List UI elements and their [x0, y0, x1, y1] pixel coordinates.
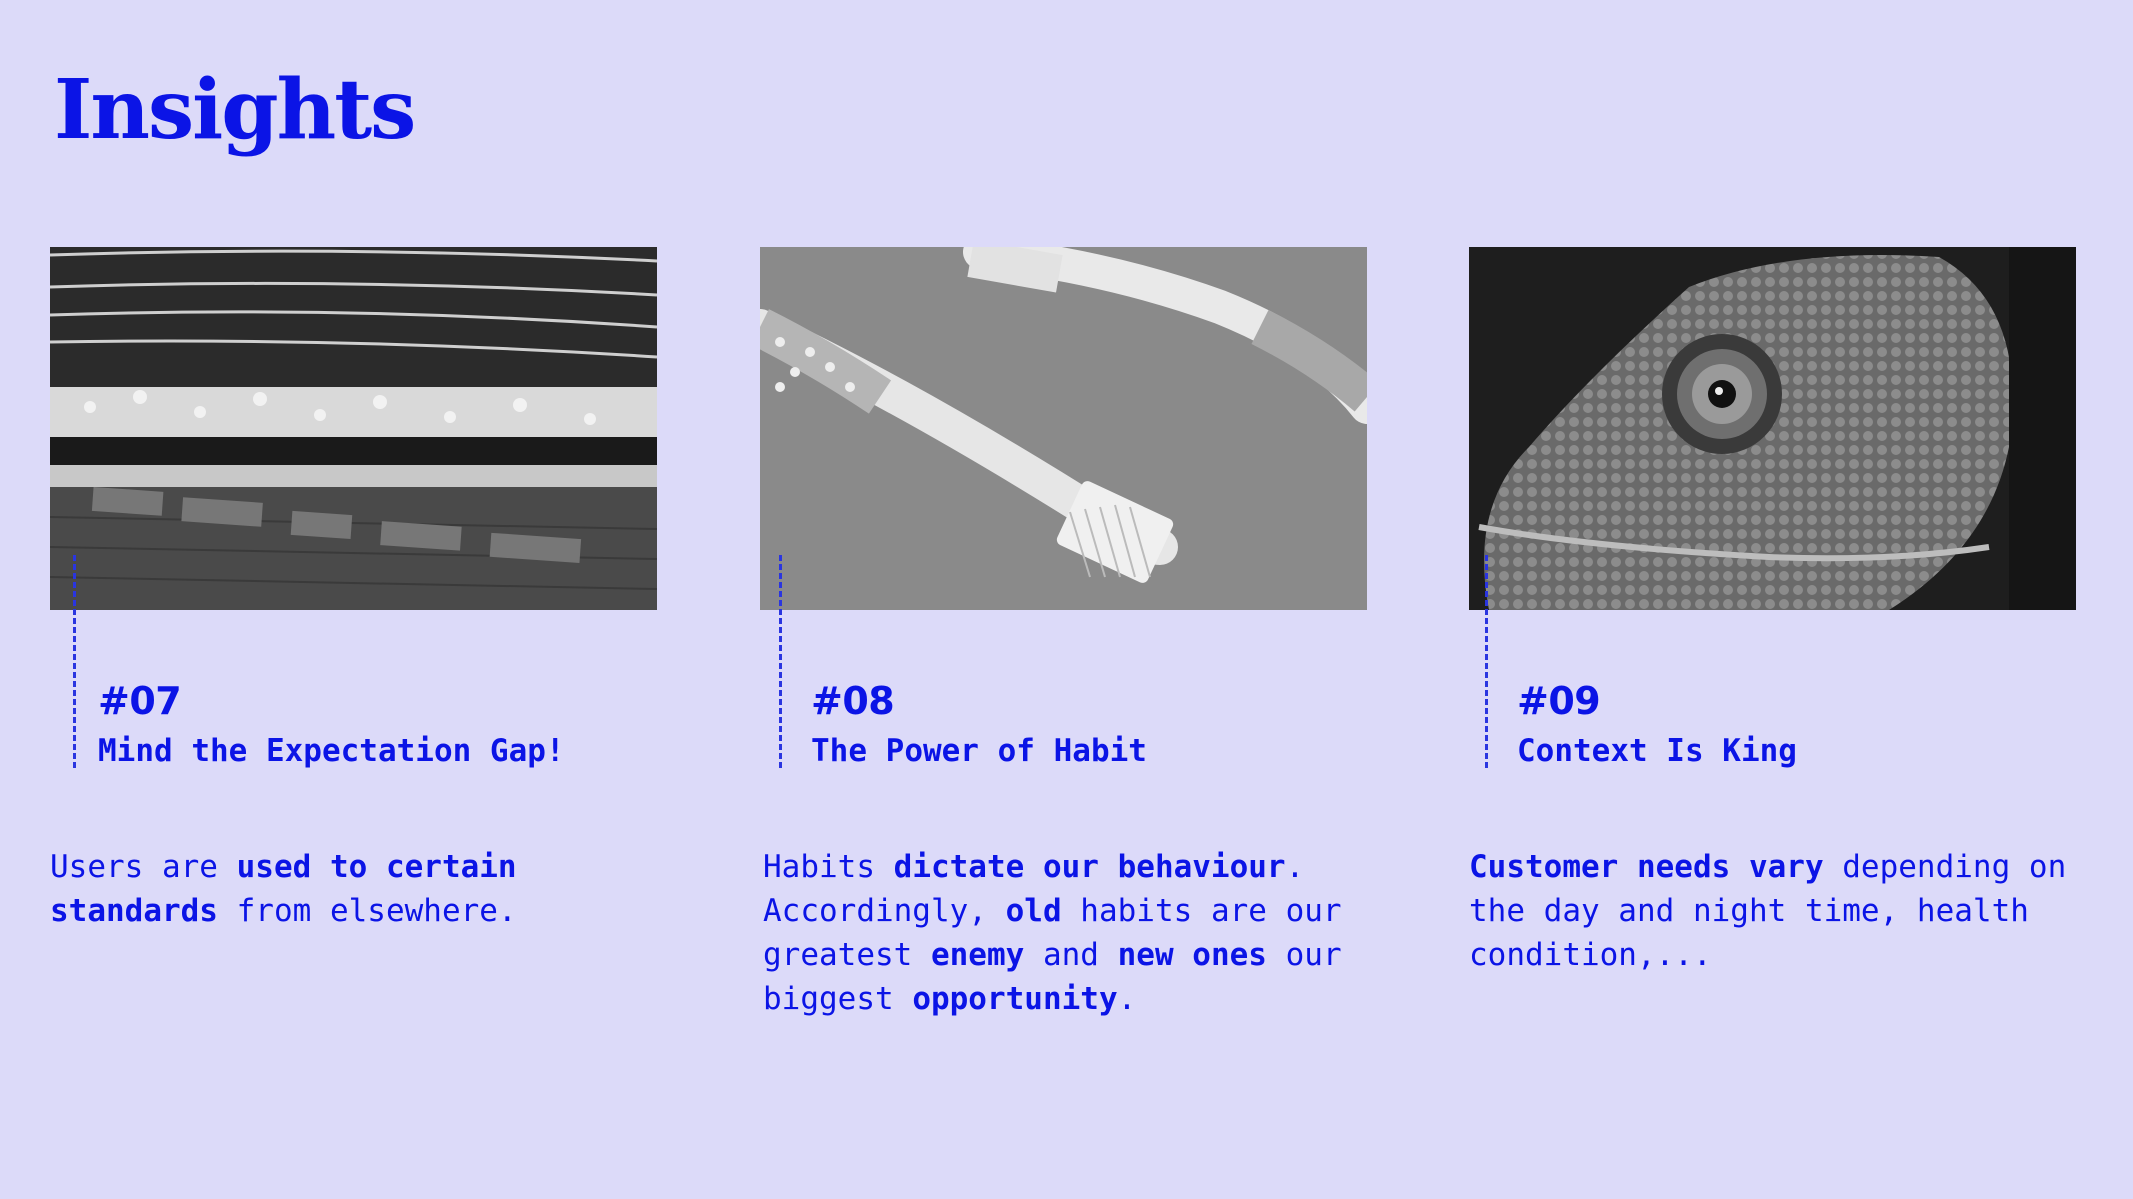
insight-card-08: #08 The Power of Habit Habits dictate ou…	[760, 247, 1367, 1017]
body-text-segment: Users are	[50, 849, 237, 885]
emphasis-text: dictate our behaviour	[893, 849, 1286, 885]
toothbrushes-photo	[760, 247, 1367, 610]
body-text-segment: and	[1024, 937, 1118, 973]
subway-platform-photo	[50, 247, 657, 610]
insight-card-09: #09 Context Is King Customer needs vary …	[1469, 247, 2076, 973]
emphasis-text: old	[1005, 893, 1062, 929]
insight-heading: Context Is King	[1517, 733, 1797, 769]
emphasis-text: opportunity	[912, 981, 1118, 1017]
insight-body: Habits dictate our behaviour. Accordingl…	[763, 845, 1373, 1021]
emphasis-text: new ones	[1117, 937, 1267, 973]
insight-heading: Mind the Expectation Gap!	[98, 733, 565, 769]
insight-body: Customer needs vary depending on the day…	[1469, 845, 2079, 977]
dashed-connector-line	[779, 555, 782, 768]
insight-heading: The Power of Habit	[811, 733, 1147, 769]
insight-body: Users are used to certain standards from…	[50, 845, 660, 933]
dashed-connector-line	[73, 555, 76, 768]
emphasis-text: Customer needs vary	[1469, 849, 1824, 885]
page-title: Insights	[54, 62, 416, 158]
insight-number: #09	[1517, 679, 1601, 723]
chameleon-photo	[1469, 247, 2076, 610]
insight-number: #07	[98, 679, 182, 723]
body-text-segment: from elsewhere.	[217, 893, 517, 929]
emphasis-text: enemy	[930, 937, 1025, 973]
body-text-segment: Habits	[763, 849, 894, 885]
insight-card-07: #07 Mind the Expectation Gap! Users are …	[50, 247, 657, 929]
insight-number: #08	[811, 679, 895, 723]
body-text-segment: .	[1117, 981, 1137, 1017]
dashed-connector-line	[1485, 555, 1488, 768]
